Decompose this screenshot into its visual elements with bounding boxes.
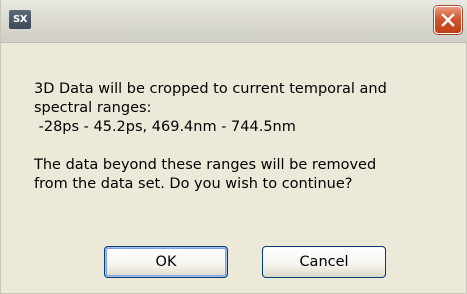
cancel-button[interactable]: Cancel bbox=[262, 246, 386, 278]
dialog-message: 3D Data will be cropped to current tempo… bbox=[34, 80, 454, 194]
message-line: from the data set. Do you wish to contin… bbox=[34, 176, 353, 192]
message-line: The data beyond these ranges will be rem… bbox=[34, 157, 377, 173]
confirm-dialog: SX 3D Data will be cropped to current te… bbox=[0, 0, 467, 294]
close-button[interactable] bbox=[434, 6, 462, 34]
message-line: 3D Data will be cropped to current tempo… bbox=[34, 81, 387, 97]
ok-button[interactable]: OK bbox=[104, 246, 228, 278]
close-icon bbox=[441, 13, 455, 27]
app-logo-icon: SX bbox=[9, 10, 31, 29]
message-line: spectral ranges: bbox=[34, 100, 152, 116]
message-line: -28ps - 45.2ps, 469.4nm - 744.5nm bbox=[34, 119, 296, 135]
title-bar[interactable]: SX bbox=[1, 0, 467, 43]
